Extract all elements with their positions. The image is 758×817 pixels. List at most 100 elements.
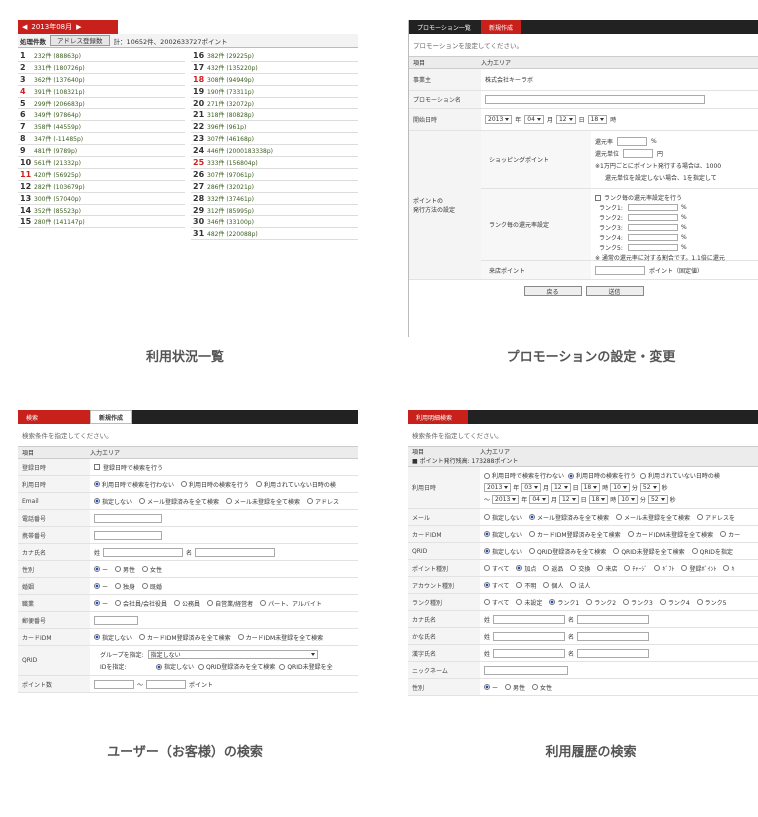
- date-select[interactable]: 52: [639, 483, 660, 492]
- radio-option[interactable]: 公務員: [174, 599, 200, 608]
- day-usage-link[interactable]: 420件 (56925p): [34, 170, 81, 179]
- radio-option[interactable]: 利用日時で検索を行わない: [484, 471, 564, 480]
- radio-option[interactable]: カードIDM登録済みを全て検索: [139, 633, 231, 642]
- radio-icon[interactable]: [505, 684, 512, 690]
- radio-option[interactable]: 登録ﾎﾞｲﾝﾄ: [681, 564, 716, 573]
- count-tab-label[interactable]: 処理件数: [18, 36, 46, 46]
- group-select[interactable]: 指定しない: [147, 650, 318, 659]
- start-hour-select[interactable]: 18: [587, 115, 608, 124]
- radio-icon[interactable]: [568, 472, 575, 479]
- date-select[interactable]: 04: [529, 495, 549, 504]
- radio-icon[interactable]: [226, 498, 233, 504]
- day-usage-link[interactable]: 346件 (33100p): [207, 217, 254, 226]
- day-usage-link[interactable]: 286件 (32021p): [207, 182, 254, 191]
- radio-option[interactable]: 利用日時の検索を行う: [181, 480, 249, 489]
- day-usage-link[interactable]: 347件 (-11485p): [34, 134, 83, 143]
- day-usage-link[interactable]: 332件 (37461p): [207, 194, 254, 203]
- radio-option[interactable]: カードIDM未登録を全て検索: [627, 530, 713, 539]
- radio-option[interactable]: メール未登録を全て検索: [616, 513, 690, 522]
- radio-icon[interactable]: [529, 548, 536, 554]
- radio-icon[interactable]: [549, 599, 556, 605]
- rank-rate-input[interactable]: [628, 224, 678, 231]
- nickname-input[interactable]: [484, 665, 568, 675]
- tab-promotion-list[interactable]: プロモーション一覧: [409, 20, 481, 34]
- promotion-name-input[interactable]: [485, 95, 705, 104]
- radio-icon[interactable]: [697, 514, 704, 520]
- radio-option[interactable]: 女性: [532, 683, 552, 692]
- radio-option[interactable]: 指定しない: [484, 513, 522, 522]
- tab-new[interactable]: 新規作成: [481, 20, 522, 34]
- radio-icon[interactable]: [207, 600, 214, 606]
- radio-option[interactable]: 指定しない: [484, 530, 522, 539]
- radio-icon[interactable]: [181, 481, 188, 487]
- radio-option[interactable]: 加点: [516, 564, 536, 573]
- radio-icon[interactable]: [613, 548, 620, 554]
- radio-option[interactable]: 来店: [597, 564, 617, 573]
- kana-mei-input[interactable]: [577, 614, 650, 624]
- date-select[interactable]: 12: [550, 483, 571, 492]
- radio-icon[interactable]: [484, 472, 490, 479]
- radio-icon[interactable]: [543, 582, 550, 588]
- radio-option[interactable]: ランク2: [586, 598, 616, 607]
- day-usage-link[interactable]: 352件 (85523p): [34, 206, 81, 215]
- radio-option[interactable]: アドレスを: [697, 513, 735, 522]
- date-select[interactable]: 2013: [484, 483, 512, 492]
- kanji-mei-input[interactable]: [577, 648, 650, 658]
- radio-option[interactable]: QRID登録済みを全て検索: [529, 547, 606, 556]
- radio-option[interactable]: ｷ: [723, 564, 734, 573]
- radio-icon[interactable]: [616, 514, 623, 520]
- radio-option[interactable]: 自営業/経営者: [207, 599, 253, 608]
- radio-icon[interactable]: [659, 599, 666, 605]
- radio-option[interactable]: 指定しない: [94, 497, 132, 506]
- radio-icon[interactable]: [516, 565, 523, 571]
- radio-icon[interactable]: [484, 565, 490, 571]
- radio-icon[interactable]: [691, 548, 698, 554]
- radio-option[interactable]: 独身: [115, 582, 135, 591]
- radio-icon[interactable]: [720, 531, 727, 537]
- kana-sei-input[interactable]: [103, 547, 184, 557]
- radio-option[interactable]: 指定しない: [156, 662, 194, 671]
- zip-input[interactable]: [94, 615, 138, 625]
- radio-icon[interactable]: [484, 514, 490, 520]
- radio-option[interactable]: QRIDを指定: [691, 547, 733, 556]
- radio-icon[interactable]: [586, 599, 593, 605]
- radio-option[interactable]: メール登録済みを全て検索: [529, 513, 609, 522]
- date-select[interactable]: 52: [647, 495, 668, 504]
- day-usage-link[interactable]: 299件 (206683p): [34, 99, 85, 108]
- radio-icon[interactable]: [94, 566, 100, 572]
- date-select[interactable]: 10: [618, 495, 638, 504]
- radio-option[interactable]: 返品: [543, 564, 563, 573]
- day-usage-link[interactable]: 391件 (108321p): [34, 87, 85, 96]
- day-usage-link[interactable]: 300件 (57040p): [34, 194, 81, 203]
- start-month-select[interactable]: 04: [524, 115, 544, 124]
- radio-option[interactable]: 女性: [142, 565, 162, 574]
- tab-history-search[interactable]: 利用明細検索: [408, 410, 468, 424]
- radio-icon[interactable]: [597, 565, 604, 571]
- prev-month-icon[interactable]: ◀: [22, 23, 27, 31]
- radio-option[interactable]: 会社員/会社役員: [115, 599, 167, 608]
- radio-icon[interactable]: [256, 481, 263, 487]
- radio-option[interactable]: ランク3: [623, 598, 653, 607]
- radio-option[interactable]: 指定しない: [94, 633, 132, 642]
- start-day-select[interactable]: 12: [555, 115, 576, 124]
- radio-icon[interactable]: [623, 599, 630, 605]
- address-count-button[interactable]: アドレス登録数: [50, 35, 110, 46]
- radio-icon[interactable]: [484, 548, 490, 554]
- radio-icon[interactable]: [654, 565, 661, 571]
- start-year-select[interactable]: 2013: [485, 115, 513, 124]
- radio-icon[interactable]: [115, 566, 122, 572]
- radio-icon[interactable]: [94, 481, 100, 487]
- radio-option[interactable]: ランク4: [659, 598, 690, 607]
- day-usage-link[interactable]: 432件 (135220p): [207, 63, 258, 72]
- day-usage-link[interactable]: 382件 (29225p): [207, 51, 254, 60]
- day-usage-link[interactable]: 396件 (961p): [207, 122, 246, 131]
- date-select[interactable]: 12: [558, 495, 579, 504]
- radio-icon[interactable]: [115, 600, 122, 606]
- radio-option[interactable]: 不明: [516, 581, 536, 590]
- next-month-icon[interactable]: ▶: [76, 23, 81, 31]
- radio-option[interactable]: 交換: [570, 564, 590, 573]
- radio-icon[interactable]: [237, 634, 244, 640]
- radio-icon[interactable]: [94, 600, 100, 606]
- radio-option[interactable]: 男性: [115, 565, 135, 574]
- radio-option[interactable]: 既婚: [142, 582, 162, 591]
